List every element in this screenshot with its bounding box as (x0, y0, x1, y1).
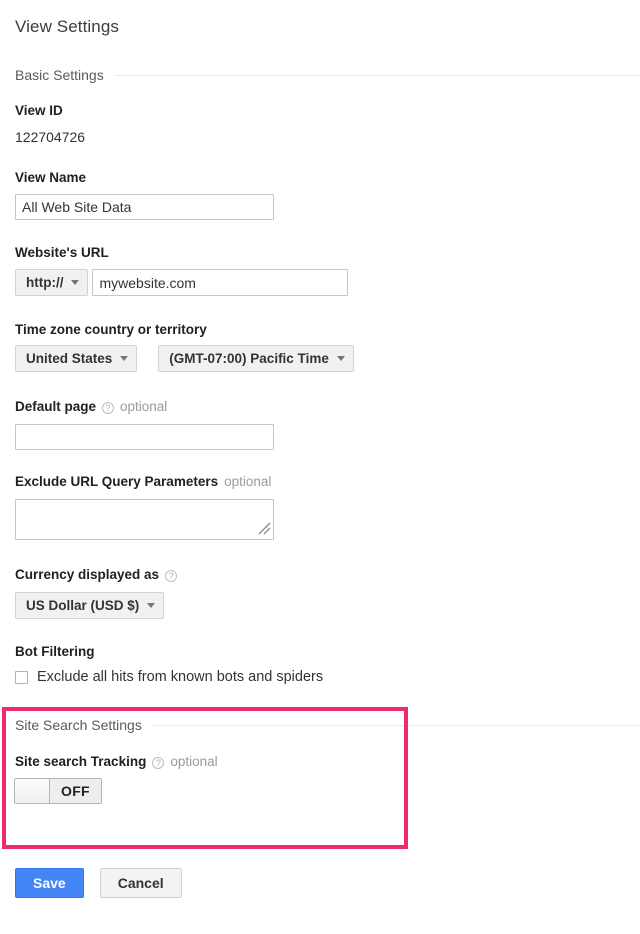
website-url-label: Website's URL (15, 245, 109, 260)
help-icon[interactable]: ? (152, 756, 165, 769)
chevron-down-icon (120, 356, 129, 361)
time-zone-country-value: United States (26, 351, 113, 366)
help-icon[interactable]: ? (165, 569, 178, 582)
section-divider-basic (113, 74, 640, 76)
default-page-optional-tag: optional (120, 399, 168, 414)
view-name-label: View Name (15, 170, 87, 185)
time-zone-country-select[interactable]: United States (15, 345, 138, 372)
save-button[interactable]: Save (15, 868, 84, 898)
url-protocol-value: http:// (26, 275, 64, 290)
url-protocol-select[interactable]: http:// (15, 269, 89, 296)
view-name-input[interactable] (15, 194, 274, 220)
bot-filtering-checkbox-row[interactable]: Exclude all hits from known bots and spi… (15, 668, 323, 686)
footer-actions: Save Cancel (15, 868, 182, 898)
view-settings-page: View Settings Basic Settings View ID 122… (0, 0, 640, 934)
currency-label-row: Currency displayed as ? (15, 566, 178, 583)
default-page-label-row: Default page ? optional (15, 398, 167, 415)
site-search-tracking-optional-tag: optional (170, 754, 218, 769)
default-page-input[interactable] (15, 424, 274, 450)
currency-select[interactable]: US Dollar (USD $) (15, 592, 165, 619)
toggle-knob[interactable] (15, 779, 50, 803)
exclude-query-params-label: Exclude URL Query Parameters (15, 474, 219, 489)
cancel-button[interactable]: Cancel (99, 868, 182, 898)
exclude-query-params-optional-tag: optional (224, 474, 272, 489)
view-id-label: View ID (15, 103, 63, 118)
section-header-site-search-settings: Site Search Settings (15, 716, 640, 734)
view-id-value: 122704726 (15, 129, 86, 145)
section-header-site-search-settings-label: Site Search Settings (15, 717, 142, 733)
website-url-row: http:// (15, 269, 349, 296)
exclude-query-params-label-row: Exclude URL Query Parameters optional (15, 473, 271, 490)
currency-value: US Dollar (USD $) (26, 598, 140, 613)
chevron-down-icon (147, 603, 156, 608)
toggle-state-label: OFF (50, 779, 101, 803)
site-search-tracking-toggle[interactable]: OFF (14, 778, 102, 804)
bot-filtering-checkbox[interactable] (15, 670, 28, 684)
site-search-tracking-label: Site search Tracking (15, 754, 147, 769)
time-zone-row: United States (GMT-07:00) Pacific Time (15, 345, 354, 372)
site-search-tracking-label-row: Site search Tracking ? optional (15, 753, 218, 770)
bot-filtering-label: Bot Filtering (15, 644, 95, 659)
time-zone-label: Time zone country or territory (15, 322, 207, 337)
time-zone-offset-select[interactable]: (GMT-07:00) Pacific Time (158, 345, 354, 372)
section-header-basic-settings-label: Basic Settings (15, 67, 104, 83)
chevron-down-icon (336, 356, 345, 361)
chevron-down-icon (71, 280, 80, 285)
help-icon[interactable]: ? (102, 401, 115, 414)
section-header-basic-settings: Basic Settings (15, 66, 640, 84)
bot-filtering-checkbox-label: Exclude all hits from known bots and spi… (37, 669, 324, 685)
exclude-query-params-textarea[interactable] (15, 499, 274, 540)
page-title: View Settings (15, 17, 119, 36)
time-zone-offset-value: (GMT-07:00) Pacific Time (169, 351, 329, 366)
section-divider-site-search (151, 724, 640, 726)
currency-label: Currency displayed as (15, 567, 160, 582)
website-url-input[interactable] (92, 269, 349, 296)
default-page-label: Default page (15, 399, 97, 414)
